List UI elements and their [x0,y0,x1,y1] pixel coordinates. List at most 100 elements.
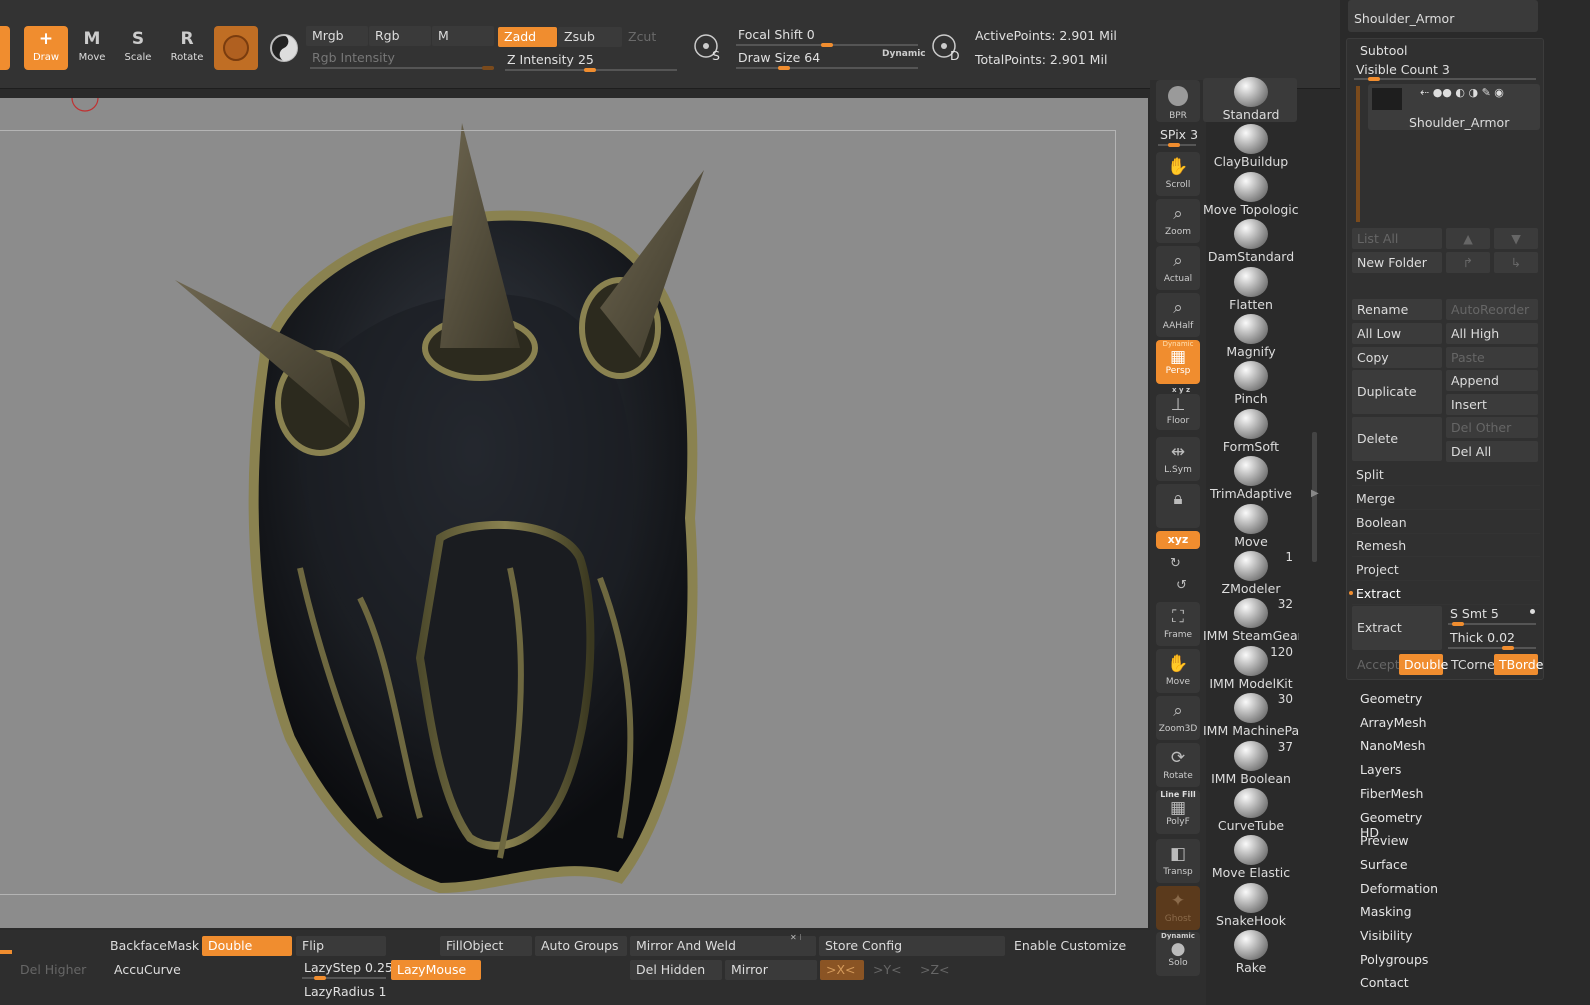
duplicate-button[interactable]: Duplicate [1352,370,1442,414]
brush-item[interactable]: IMM Boolean 37 [1203,740,1299,786]
ghost-button[interactable]: ✦ Ghost [1156,886,1200,930]
subtool-title[interactable]: Subtool [1360,43,1407,58]
lazystep-knob[interactable] [314,976,326,980]
focal-s-button[interactable]: S [688,26,728,70]
brush-item[interactable]: CurveTube [1203,787,1299,833]
mirror-z-button[interactable]: >Z< [914,960,958,980]
brush-item[interactable]: ZModeler 1 [1203,550,1299,596]
brush-item[interactable]: Move Topologica [1203,171,1299,217]
folder-arrow-icon[interactable]: ↳ [1494,252,1538,273]
brush-item[interactable]: Flatten [1203,266,1299,312]
copy-button[interactable]: Copy [1352,347,1442,368]
persp-button[interactable]: Dynamic ▦ Persp [1156,340,1200,384]
brush-item[interactable]: IMM ModelKit 120 [1203,645,1299,691]
zoom3d-button[interactable]: ⌕ Zoom3D [1156,696,1200,740]
rename-button[interactable]: Rename [1352,299,1442,320]
zadd-button[interactable]: Zadd [498,27,557,47]
scale-tool-button[interactable]: S Scale [116,26,160,70]
accept-button[interactable]: Accept [1352,654,1400,675]
brush-item[interactable]: ClayBuildup [1203,123,1299,169]
brush-item[interactable]: Pinch [1203,360,1299,406]
material-swatch-button[interactable] [214,26,258,70]
brush-item[interactable]: Move [1203,503,1299,549]
lsym-button[interactable]: ⇹ L.Sym [1156,437,1200,481]
solo-button[interactable]: Dynamic ● Solo [1156,932,1200,976]
collapse-arrow-icon[interactable]: ▶ [1311,488,1319,499]
all-low-button[interactable]: All Low [1352,323,1442,344]
brush-item[interactable]: Standard [1203,76,1299,122]
redo-arrow-icon[interactable]: ↱ [1446,252,1490,273]
zcut-button[interactable]: Zcut [622,27,678,47]
edit-tool-button[interactable]: ✎ [0,26,10,70]
brush-item[interactable]: FormSoft [1203,408,1299,454]
floor-button[interactable]: ⊥ Floor [1156,394,1200,430]
mirror-and-weld-button[interactable]: Mirror And Weld [630,936,816,956]
subtool-list-scrollbar[interactable] [1356,86,1360,222]
s-smt-knob[interactable] [1452,622,1464,626]
rotate3d-button[interactable]: ⟳ Rotate [1156,743,1200,787]
palette-menu-item[interactable]: Geometry [1360,691,1422,706]
top-subtool-thumb[interactable]: Shoulder_Armor [1348,0,1538,32]
auto-groups-button[interactable]: Auto Groups [535,936,627,956]
double-button[interactable]: Double [1399,654,1448,675]
del-other-button[interactable]: Del Other [1446,417,1538,438]
fillobject-button[interactable]: FillObject [440,936,532,956]
actual-button[interactable]: ⌕ Actual [1156,246,1200,290]
palette-menu-item[interactable]: Layers [1360,762,1401,777]
transp-button[interactable]: ◧ Transp [1156,839,1200,883]
extract-section-header[interactable]: Extract [1352,583,1540,605]
del-hidden-button[interactable]: Del Hidden [630,960,722,980]
m-button[interactable]: M [432,26,494,46]
flip-button[interactable]: Flip [296,936,386,956]
palette-menu-item[interactable]: Surface [1360,857,1408,872]
draw-tool-button[interactable]: + Draw [24,26,68,70]
draw-size-knob[interactable] [778,66,790,70]
draw-size-slider[interactable] [736,67,918,69]
move3d-button[interactable]: ✋ Move [1156,649,1200,693]
focal-d-button[interactable]: D [926,26,966,70]
store-config-button[interactable]: Store Config [819,936,1005,956]
rgb-button[interactable]: Rgb [369,26,431,46]
lock-button[interactable]: 🔒︎ [1156,484,1200,528]
rotate-tool-button[interactable]: R Rotate [165,26,209,70]
brush-item[interactable]: Move Elastic [1203,834,1299,880]
thick-slider[interactable] [1448,647,1536,649]
move-down-arrow-icon[interactable]: ▼ [1494,228,1538,249]
brush-item[interactable]: IMM MachinePa 30 [1203,692,1299,738]
delete-button[interactable]: Delete [1352,417,1442,461]
move-tool-button[interactable]: M Move [70,26,114,70]
del-all-button[interactable]: Del All [1446,441,1538,462]
extract-button[interactable]: Extract [1352,606,1442,650]
list-all-button[interactable]: List All [1352,228,1442,249]
brush-item[interactable]: SnakeHook [1203,882,1299,928]
double-sided-button[interactable]: Double [202,936,292,956]
bpr-button[interactable]: BPR [1156,80,1200,122]
rotate-y-icon[interactable]: ↻ [1170,556,1181,571]
spix-knob[interactable] [1168,143,1180,147]
remesh-row[interactable]: Remesh [1352,535,1540,557]
brush-item[interactable]: Rake [1203,929,1299,975]
frame-button[interactable]: ⛶ Frame [1156,602,1200,646]
move-up-arrow-icon[interactable]: ▲ [1446,228,1490,249]
rgb-intensity-slider[interactable] [310,67,494,69]
visible-count-knob[interactable] [1368,77,1380,81]
mirror-button[interactable]: Mirror [725,960,817,980]
mirror-y-button[interactable]: >Y< [867,960,911,980]
rgb-intensity-knob[interactable] [482,66,494,70]
visible-count-slider[interactable] [1354,78,1536,80]
tborde-button[interactable]: TBorde [1494,654,1543,675]
xyz-button[interactable]: xyz [1156,531,1200,549]
thick-knob[interactable] [1502,646,1514,650]
dynamic-toggle[interactable]: Dynamic [882,49,926,59]
bottom-left-slider-knob[interactable] [0,950,12,954]
palette-menu-item[interactable]: Preview [1360,833,1409,848]
new-folder-button[interactable]: New Folder [1352,252,1442,273]
palette-menu-item[interactable]: Polygroups [1360,952,1428,967]
palette-menu-item[interactable]: ArrayMesh [1360,715,1427,730]
paste-button[interactable]: Paste [1446,347,1538,368]
aahalf-button[interactable]: ⌕ AAHalf [1156,293,1200,337]
brush-item[interactable]: IMM SteamGear 32 [1203,597,1299,643]
brush-item[interactable]: Magnify [1203,313,1299,359]
backfacemask-button[interactable]: BackfaceMask [104,936,199,956]
accucurve-button[interactable]: AccuCurve [108,960,200,980]
